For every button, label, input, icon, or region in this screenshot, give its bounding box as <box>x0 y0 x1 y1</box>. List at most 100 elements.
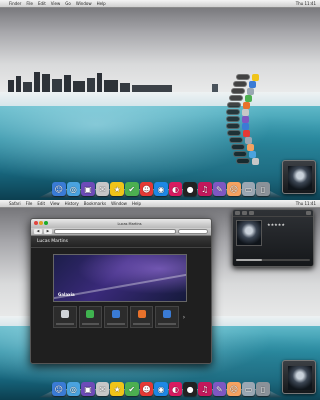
zoom-button[interactable] <box>44 221 48 225</box>
menu-item-window[interactable]: Window <box>111 201 127 206</box>
stack-item-label[interactable] <box>231 144 245 150</box>
stack-item-label[interactable] <box>226 109 241 115</box>
minimize-button[interactable] <box>39 221 43 225</box>
next-button[interactable] <box>249 211 254 215</box>
thumbnail-item[interactable] <box>155 306 179 328</box>
stack-item-icon[interactable] <box>243 129 251 137</box>
pencil-app-icon[interactable]: ✎ <box>212 182 227 196</box>
thumbnail-item[interactable] <box>53 306 77 328</box>
menu-item-app[interactable]: Finder <box>9 1 21 6</box>
stack-item-icon[interactable] <box>247 143 254 151</box>
browser-titlebar[interactable]: Lucas Martins <box>31 219 211 228</box>
menu-item-app[interactable]: Safari <box>9 201 21 206</box>
stack-item-icon[interactable] <box>249 150 257 158</box>
finder-icon[interactable]: ☺ <box>52 182 66 196</box>
thumbnail-item[interactable] <box>104 306 128 328</box>
stack-item-label[interactable] <box>233 81 248 87</box>
folder-icon[interactable]: ▭ <box>241 182 256 196</box>
media-app-icon[interactable]: ◐ <box>168 382 183 396</box>
stack-item-icon[interactable] <box>242 122 250 130</box>
mail-icon[interactable]: ✉ <box>95 382 110 396</box>
leaf-app-icon[interactable]: ✔ <box>124 382 139 396</box>
now-playing-widget[interactable] <box>282 160 316 194</box>
stack-item-label[interactable] <box>228 95 243 101</box>
forward-button[interactable]: ▶ <box>44 229 52 234</box>
play-button[interactable] <box>242 211 247 215</box>
menu-item-view[interactable]: View <box>50 201 60 206</box>
safari-icon[interactable]: ◎ <box>66 382 81 396</box>
menu-item-file[interactable]: File <box>26 1 33 6</box>
menu-clock[interactable]: Thu 11:41 <box>296 1 316 6</box>
image-app-icon[interactable]: ▣ <box>81 182 95 196</box>
leaf-app-icon[interactable]: ✔ <box>124 182 139 196</box>
game-icon[interactable]: ☻ <box>139 182 154 196</box>
site-title[interactable]: Lucas Martins <box>37 239 68 244</box>
address-bar[interactable] <box>54 229 176 234</box>
target-app-icon[interactable]: ◉ <box>154 182 168 196</box>
stack-item-icon[interactable] <box>247 87 254 95</box>
stack-item-icon[interactable] <box>243 101 251 109</box>
circle-app-icon[interactable]: ● <box>183 382 197 396</box>
track-progress[interactable] <box>236 259 310 261</box>
menu-item-file[interactable]: File <box>26 201 33 206</box>
menu-item-window[interactable]: Window <box>76 1 92 6</box>
stack-item-icon[interactable] <box>252 157 259 165</box>
search-field[interactable] <box>178 229 208 234</box>
browser-window-title: Lucas Martins <box>117 221 142 226</box>
rating-stars[interactable]: ★★★★★ <box>267 222 285 227</box>
now-playing-widget[interactable] <box>282 360 316 394</box>
stack-item-label[interactable] <box>233 151 248 157</box>
trash-icon[interactable]: ▯ <box>256 382 270 396</box>
finder-icon[interactable]: ☺ <box>52 382 66 396</box>
character-icon[interactable]: ☹ <box>227 382 241 396</box>
character-icon[interactable]: ☹ <box>227 182 241 196</box>
stack-item-icon[interactable] <box>244 94 252 102</box>
thumbnail-item[interactable] <box>129 306 154 328</box>
menu-item-history[interactable]: History <box>65 201 79 206</box>
menu-item-bookmarks[interactable]: Bookmarks <box>84 201 106 206</box>
stack-item-icon[interactable] <box>244 136 252 144</box>
stack-item-label[interactable] <box>226 123 241 129</box>
star-app-icon[interactable]: ★ <box>110 382 124 396</box>
stack-item-label[interactable] <box>227 102 242 108</box>
menu-clock[interactable]: Thu 11:41 <box>296 201 316 206</box>
stack-item-label[interactable] <box>226 116 240 122</box>
game-icon[interactable]: ☻ <box>139 382 154 396</box>
previous-button[interactable] <box>235 211 240 215</box>
trash-icon[interactable]: ▯ <box>256 182 270 196</box>
stack-item-label[interactable] <box>236 74 250 80</box>
thumbnail-item[interactable] <box>78 306 103 328</box>
menu-button[interactable] <box>306 211 311 215</box>
menu-item-go[interactable]: Go <box>65 1 71 6</box>
media-app-icon[interactable]: ◐ <box>168 182 183 196</box>
menu-item-help[interactable]: Help <box>97 1 106 6</box>
stack-item-icon[interactable] <box>252 73 259 81</box>
back-button[interactable]: ◀ <box>34 229 42 234</box>
safari-icon[interactable]: ◎ <box>66 182 81 196</box>
star-app-icon[interactable]: ★ <box>110 182 124 196</box>
circle-app-icon[interactable]: ● <box>183 182 197 196</box>
next-arrow-icon[interactable]: › <box>181 306 187 328</box>
dock: ☺ ◎ ▣ ✉ ★ ✔ ☻ ◉ ◐ ● ♫ ✎ ☹ ▭ ▯ <box>48 178 274 198</box>
itunes-icon[interactable]: ♫ <box>197 182 212 196</box>
stack-item-label[interactable] <box>228 137 243 143</box>
itunes-icon[interactable]: ♫ <box>197 382 212 396</box>
stack-item-label[interactable] <box>231 88 245 94</box>
menu-item-help[interactable]: Help <box>132 201 141 206</box>
pencil-app-icon[interactable]: ✎ <box>212 382 227 396</box>
folder-icon[interactable]: ▭ <box>241 382 256 396</box>
stack-item-icon[interactable] <box>242 115 249 123</box>
hero-banner[interactable]: Galaxia <box>53 254 187 302</box>
stack-item-icon[interactable] <box>249 80 257 88</box>
stack-item-label[interactable] <box>236 158 250 164</box>
mail-icon[interactable]: ✉ <box>95 182 110 196</box>
hero-title: Galaxia <box>58 292 75 297</box>
target-app-icon[interactable]: ◉ <box>154 382 168 396</box>
menu-item-edit[interactable]: Edit <box>37 201 45 206</box>
menu-item-edit[interactable]: Edit <box>38 1 46 6</box>
stack-item-icon[interactable] <box>242 108 250 116</box>
stack-item-label[interactable] <box>227 130 242 136</box>
menu-item-view[interactable]: View <box>51 1 61 6</box>
close-button[interactable] <box>34 221 38 225</box>
image-app-icon[interactable]: ▣ <box>81 382 95 396</box>
